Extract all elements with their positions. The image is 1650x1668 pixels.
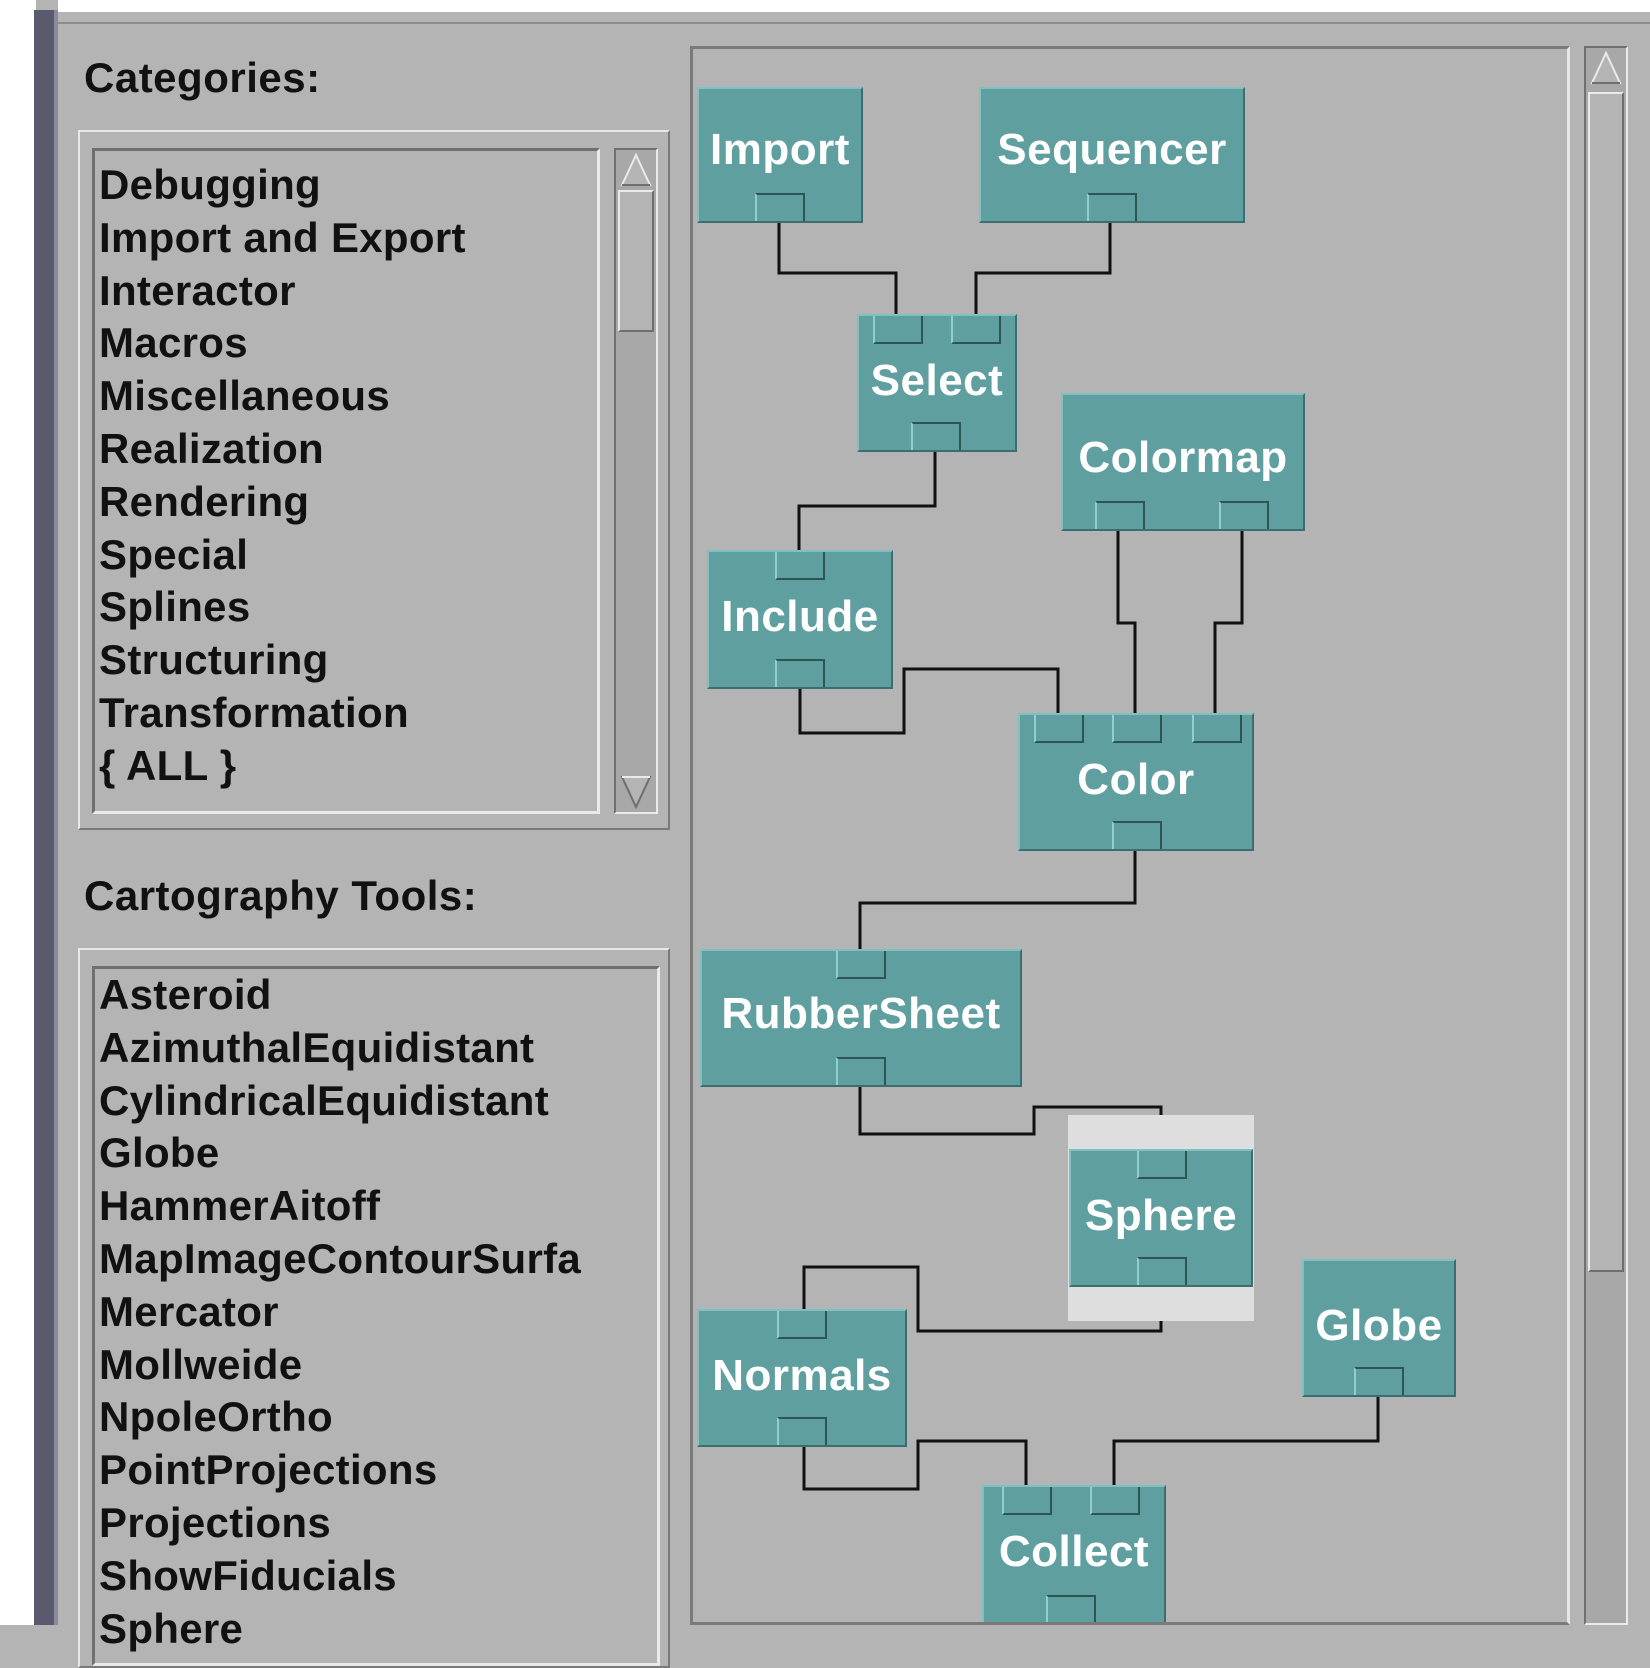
tools-list[interactable]: Asteroid AzimuthalEquidistant CylindricalE… xyxy=(92,966,660,1666)
node-include-label: Include xyxy=(721,592,879,641)
node-select-label: Select xyxy=(870,356,1004,405)
tool-list-item[interactable]: Projections xyxy=(97,1497,581,1550)
input-port[interactable] xyxy=(1112,715,1162,743)
tool-list-item[interactable]: ShowFiducials xyxy=(97,1550,581,1603)
network-canvas[interactable]: Import Sequencer Select Colormap Include… xyxy=(690,46,1570,1625)
output-port[interactable] xyxy=(1046,1595,1096,1622)
top-separator xyxy=(58,12,1650,24)
tool-list-item[interactable]: Sphere xyxy=(97,1603,581,1656)
scroll-up-arrow-icon[interactable] xyxy=(1586,48,1626,88)
canvas-scrollbar[interactable] xyxy=(1584,46,1628,1625)
input-port[interactable] xyxy=(1192,715,1242,743)
category-list-item[interactable]: Splines xyxy=(97,581,466,634)
output-port[interactable] xyxy=(1112,821,1162,849)
output-port[interactable] xyxy=(1219,501,1269,529)
window-frame xyxy=(34,10,58,1625)
node-normals-label: Normals xyxy=(712,1351,892,1400)
node-globe[interactable]: Globe xyxy=(1302,1259,1456,1397)
input-port[interactable] xyxy=(1090,1487,1140,1515)
category-list-item[interactable]: Realization xyxy=(97,423,466,476)
category-list-item[interactable]: { ALL } xyxy=(97,740,466,793)
category-list-item[interactable]: Special xyxy=(97,529,466,582)
category-list-item[interactable]: Interactor xyxy=(97,265,466,318)
node-colormap-label: Colormap xyxy=(1078,433,1288,482)
node-sequencer-label: Sequencer xyxy=(997,125,1227,174)
node-normals[interactable]: Normals xyxy=(697,1309,907,1447)
tool-list-item[interactable]: Mollweide xyxy=(97,1339,581,1392)
category-list-item[interactable]: Rendering xyxy=(97,476,466,529)
node-colormap[interactable]: Colormap xyxy=(1061,393,1305,531)
tool-list-item[interactable]: Globe xyxy=(97,1127,581,1180)
tools-list-frame: Asteroid AzimuthalEquidistant CylindricalE… xyxy=(78,948,670,1668)
input-port[interactable] xyxy=(1034,715,1084,743)
input-port[interactable] xyxy=(777,1311,827,1339)
tool-list-item[interactable]: CylindricalEquidistant xyxy=(97,1075,581,1128)
node-color-label: Color xyxy=(1077,755,1195,804)
category-list-item[interactable]: Transformation xyxy=(97,687,466,740)
category-list-item[interactable]: Import and Export xyxy=(97,212,466,265)
node-import-label: Import xyxy=(710,125,850,174)
tool-list-item[interactable]: Asteroid xyxy=(97,969,581,1022)
input-port[interactable] xyxy=(873,316,923,344)
node-color[interactable]: Color xyxy=(1018,713,1254,851)
tool-list-item[interactable]: MapImageContourSurfa xyxy=(97,1233,581,1286)
input-port[interactable] xyxy=(951,316,1001,344)
scroll-down-arrow-icon[interactable] xyxy=(616,772,656,812)
category-list-item[interactable]: Structuring xyxy=(97,634,466,687)
node-globe-label: Globe xyxy=(1315,1301,1443,1350)
categories-label: Categories: xyxy=(84,54,321,101)
output-port[interactable] xyxy=(911,422,961,450)
category-list-item[interactable]: Debugging xyxy=(97,159,466,212)
category-list-item[interactable]: Macros xyxy=(97,317,466,370)
node-import[interactable]: Import xyxy=(697,87,863,223)
top-edge xyxy=(58,0,1650,12)
cartography-tools-label: Cartography Tools: xyxy=(84,872,478,919)
output-port[interactable] xyxy=(1354,1367,1404,1395)
input-port[interactable] xyxy=(836,951,886,979)
node-sequencer[interactable]: Sequencer xyxy=(979,87,1245,223)
tool-list-item[interactable]: NpoleOrtho xyxy=(97,1391,581,1444)
node-include[interactable]: Include xyxy=(707,550,893,689)
tool-list-item[interactable]: HammerAitoff xyxy=(97,1180,581,1233)
categories-scroll-thumb[interactable] xyxy=(618,190,654,332)
node-rubbersheet-label: RubberSheet xyxy=(721,989,1001,1038)
output-port[interactable] xyxy=(777,1417,827,1445)
tool-list-item[interactable]: PointProjections xyxy=(97,1444,581,1497)
node-sphere-label: Sphere xyxy=(1084,1191,1238,1240)
output-port[interactable] xyxy=(755,193,805,221)
categories-scrollbar[interactable] xyxy=(614,148,658,814)
output-port[interactable] xyxy=(1137,1257,1187,1285)
scroll-up-arrow-icon[interactable] xyxy=(616,150,656,190)
categories-list[interactable]: Debugging Import and Export Interactor Macr… xyxy=(92,148,600,814)
output-port[interactable] xyxy=(1087,193,1137,221)
node-collect[interactable]: Collect xyxy=(982,1485,1166,1622)
output-port[interactable] xyxy=(1095,501,1145,529)
input-port[interactable] xyxy=(1137,1151,1187,1179)
input-port[interactable] xyxy=(1002,1487,1052,1515)
node-collect-label: Collect xyxy=(998,1527,1150,1576)
tool-list-item[interactable]: Mercator xyxy=(97,1286,581,1339)
node-sphere[interactable]: Sphere xyxy=(1069,1149,1253,1287)
node-rubbersheet[interactable]: RubberSheet xyxy=(700,949,1022,1087)
canvas-scroll-thumb[interactable] xyxy=(1588,92,1624,1272)
category-list-item[interactable]: Miscellaneous xyxy=(97,370,466,423)
categories-list-frame: Debugging Import and Export Interactor Macr… xyxy=(78,130,670,830)
input-port[interactable] xyxy=(775,552,825,580)
output-port[interactable] xyxy=(775,659,825,687)
node-select[interactable]: Select xyxy=(857,314,1017,452)
output-port[interactable] xyxy=(836,1057,886,1085)
tool-list-item[interactable]: AzimuthalEquidistant xyxy=(97,1022,581,1075)
window-edge xyxy=(0,0,36,1625)
